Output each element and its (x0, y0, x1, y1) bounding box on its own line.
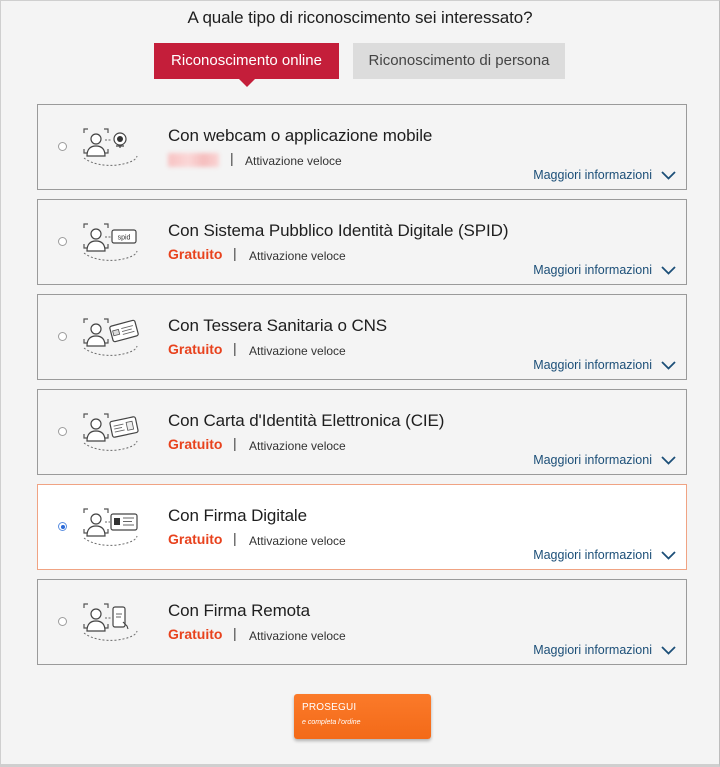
option-health-card[interactable]: Con Tessera Sanitaria o CNS Gratuito | A… (37, 294, 687, 380)
recognition-type-tabs: Riconoscimento online Riconoscimento di … (0, 43, 720, 89)
activation-speed: Attivazione veloce (249, 534, 346, 548)
price-label: Gratuito (168, 341, 223, 357)
separator: | (230, 150, 234, 166)
continue-button[interactable]: PROSEGUI e completa l'ordine (294, 694, 431, 739)
option-title: Con Sistema Pubblico Identità Digitale (… (168, 221, 509, 240)
separator: | (233, 530, 237, 546)
continue-button-sublabel: e completa l'ordine (302, 719, 361, 726)
separator: | (233, 625, 237, 641)
option-title: Con webcam o applicazione mobile (168, 126, 433, 145)
tab-online[interactable]: Riconoscimento online (154, 43, 339, 87)
tab-in-person[interactable]: Riconoscimento di persona (353, 43, 565, 79)
price-label: Gratuito (168, 436, 223, 452)
more-info-link[interactable]: Maggiori informazioni (533, 548, 676, 562)
separator: | (233, 340, 237, 356)
more-info-label: Maggiori informazioni (533, 358, 652, 372)
activation-speed: Attivazione veloce (245, 154, 342, 168)
option-cie-radio[interactable] (58, 427, 67, 436)
activation-speed: Attivazione veloce (249, 249, 346, 263)
option-webcam-radio[interactable] (58, 142, 67, 151)
price-label-blurred (168, 153, 219, 167)
more-info-label: Maggiori informazioni (533, 168, 652, 182)
more-info-label: Maggiori informazioni (533, 453, 652, 467)
activation-speed: Attivazione veloce (249, 629, 346, 643)
more-info-label: Maggiori informazioni (533, 263, 652, 277)
chevron-down-icon (661, 170, 676, 180)
option-title: Con Tessera Sanitaria o CNS (168, 316, 388, 335)
more-info-link[interactable]: Maggiori informazioni (533, 263, 676, 277)
option-remote-signature-radio[interactable] (58, 617, 67, 626)
option-remote-signature[interactable]: Con Firma Remota Gratuito | Attivazione … (37, 579, 687, 665)
health-card-icon (83, 318, 139, 356)
option-title: Con Carta d'Identità Elettronica (CIE) (168, 411, 445, 430)
remote-signature-icon (83, 603, 138, 641)
activation-speed: Attivazione veloce (249, 344, 346, 358)
more-info-link[interactable]: Maggiori informazioni (533, 358, 676, 372)
price-label: Gratuito (168, 626, 223, 642)
option-title: Con Firma Digitale (168, 506, 307, 525)
chevron-down-icon (661, 360, 676, 370)
more-info-link[interactable]: Maggiori informazioni (533, 453, 676, 467)
chevron-down-icon (661, 455, 676, 465)
separator: | (233, 245, 237, 261)
option-spid[interactable]: spid Con Sistema Pubblico Identità Digit… (37, 199, 687, 285)
chevron-down-icon (661, 645, 676, 655)
activation-speed: Attivazione veloce (249, 439, 346, 453)
chevron-down-icon (661, 550, 676, 560)
option-cie[interactable]: Con Carta d'Identità Elettronica (CIE) G… (37, 389, 687, 475)
more-info-link[interactable]: Maggiori informazioni (533, 643, 676, 657)
more-info-label: Maggiori informazioni (533, 643, 652, 657)
spid-badge-text: spid (118, 235, 131, 242)
id-card-icon (83, 413, 139, 451)
price-label: Gratuito (168, 531, 223, 547)
option-title: Con Firma Remota (168, 601, 310, 620)
more-info-label: Maggiori informazioni (533, 548, 652, 562)
option-digital-signature-radio[interactable] (58, 522, 67, 531)
option-webcam[interactable]: Con webcam o applicazione mobile | Attiv… (37, 104, 687, 190)
option-health-card-radio[interactable] (58, 332, 67, 341)
spid-icon: spid (83, 223, 138, 261)
option-digital-signature[interactable]: Con Firma Digitale Gratuito | Attivazion… (37, 484, 687, 570)
option-spid-radio[interactable] (58, 237, 67, 246)
continue-button-label: PROSEGUI (302, 702, 357, 713)
price-label: Gratuito (168, 246, 223, 262)
more-info-link[interactable]: Maggiori informazioni (533, 168, 676, 182)
separator: | (233, 435, 237, 451)
webcam-icon (83, 128, 138, 166)
digital-signature-card-icon (83, 508, 138, 546)
chevron-down-icon (661, 265, 676, 275)
page-title: A quale tipo di riconoscimento sei inter… (187, 8, 533, 27)
